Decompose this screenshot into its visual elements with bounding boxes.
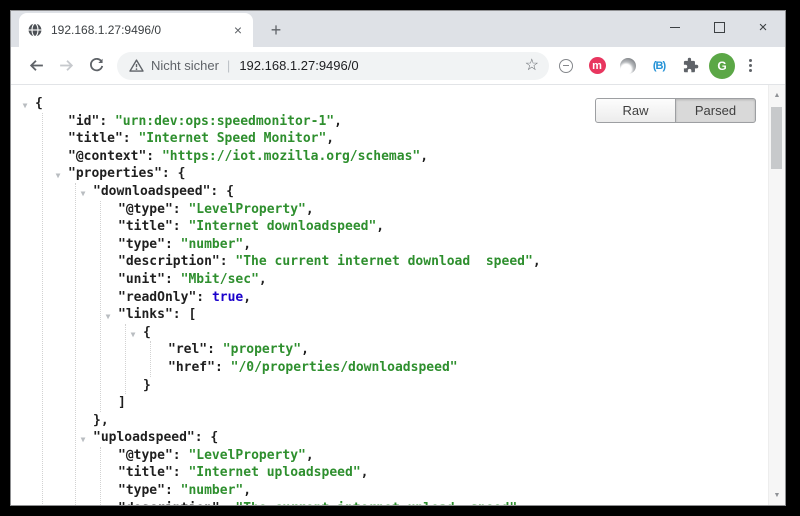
- url-text[interactable]: 192.168.1.27:9496/0: [239, 58, 524, 73]
- json-line: ▼"uploadspeed": {: [93, 429, 768, 447]
- collapse-arrow-icon[interactable]: ▼: [19, 97, 31, 115]
- profile-avatar[interactable]: G: [709, 53, 735, 79]
- json-line: ▼"links": [: [118, 306, 768, 324]
- scrollbar-thumb[interactable]: [771, 107, 782, 169]
- forward-button[interactable]: [51, 52, 81, 80]
- back-icon: [28, 57, 45, 74]
- raw-parsed-toggle: Raw Parsed: [595, 98, 756, 123]
- extensions-row: m (B): [557, 57, 699, 75]
- kebab-menu-icon[interactable]: [739, 52, 761, 80]
- json-tree: ▼{"id": "urn:dev:ops:speedmonitor-1","ti…: [11, 85, 768, 505]
- json-line: "@type": "LevelProperty",: [118, 447, 768, 465]
- close-icon: ×: [759, 20, 768, 35]
- json-line: "description": "The current internet dow…: [118, 253, 768, 271]
- json-children: "id": "urn:dev:ops:speedmonitor-1","titl…: [42, 113, 768, 505]
- puzzle-icon: [682, 57, 699, 74]
- browser-tab[interactable]: 192.168.1.27:9496/0 ×: [19, 13, 253, 47]
- json-line: "readOnly": true,: [118, 289, 768, 307]
- json-line: ▼"downloadspeed": {: [93, 183, 768, 201]
- window-controls: ×: [653, 11, 785, 43]
- json-line: "title": "Internet Speed Monitor",: [68, 130, 768, 148]
- json-children: "@type": "LevelProperty","title": "Inter…: [100, 201, 768, 412]
- minimize-button[interactable]: [653, 11, 697, 43]
- json-line: "@context": "https://iot.mozilla.org/sch…: [68, 148, 768, 166]
- parsed-button[interactable]: Parsed: [675, 98, 756, 123]
- json-line: "@type": "LevelProperty",: [118, 201, 768, 219]
- json-line: "unit": "Mbit/sec",: [118, 271, 768, 289]
- collapse-arrow-icon[interactable]: ▼: [77, 185, 89, 203]
- gray-ball-extension-icon[interactable]: [619, 57, 637, 75]
- forward-icon: [58, 57, 75, 74]
- json-line: ▼"properties": {: [68, 165, 768, 183]
- close-button[interactable]: ×: [741, 11, 785, 43]
- tab-close-icon[interactable]: ×: [231, 22, 245, 38]
- circle-dash-icon: [559, 59, 573, 73]
- json-line: ▼{: [143, 324, 768, 342]
- collapse-arrow-icon[interactable]: ▼: [127, 326, 139, 344]
- json-children: "@type": "LevelProperty","title": "Inter…: [100, 447, 768, 505]
- json-line: ]: [118, 394, 768, 412]
- pink-m-extension-icon[interactable]: m: [588, 57, 606, 75]
- tab-title: 192.168.1.27:9496/0: [51, 23, 231, 37]
- page-content: ▼{"id": "urn:dev:ops:speedmonitor-1","ti…: [11, 85, 785, 505]
- warning-triangle-icon: [129, 59, 144, 72]
- scrollbar-up-icon[interactable]: ▲: [769, 87, 785, 103]
- address-separator: |: [227, 58, 230, 73]
- address-bar[interactable]: Nicht sicher | 192.168.1.27:9496/0 ☆: [117, 52, 549, 80]
- security-label[interactable]: Nicht sicher: [151, 58, 219, 73]
- new-tab-button[interactable]: +: [263, 17, 289, 43]
- reload-icon: [88, 57, 105, 74]
- json-line: "title": "Internet downloadspeed",: [118, 218, 768, 236]
- json-children: ▼{"rel": "property","href": "/0/properti…: [125, 324, 768, 394]
- json-line: "rel": "property",: [168, 341, 768, 359]
- json-line: },: [93, 412, 768, 430]
- vertical-scrollbar[interactable]: ▲ ▼: [768, 85, 785, 505]
- json-line: "description": "The current internet upl…: [118, 500, 768, 505]
- browser-window: 192.168.1.27:9496/0 × + ×: [10, 10, 786, 506]
- collapse-arrow-icon[interactable]: ▼: [77, 431, 89, 449]
- json-children: ▼"downloadspeed": {"@type": "LevelProper…: [75, 183, 768, 505]
- minimize-icon: [670, 27, 680, 28]
- maximize-button[interactable]: [697, 11, 741, 43]
- globe-icon: [27, 22, 43, 38]
- bookmark-star-icon[interactable]: ☆: [525, 58, 539, 74]
- pink-m-icon: m: [589, 57, 606, 74]
- back-button[interactable]: [21, 52, 51, 80]
- json-line: "href": "/0/properties/downloadspeed": [168, 359, 768, 377]
- json-line: "type": "number",: [118, 482, 768, 500]
- blue-reader-icon: (B): [653, 60, 665, 72]
- reload-button[interactable]: [81, 52, 111, 80]
- scrollbar-down-icon[interactable]: ▼: [769, 487, 785, 503]
- circle-dash-extension-icon[interactable]: [557, 57, 575, 75]
- json-line: "type": "number",: [118, 236, 768, 254]
- json-line: }: [143, 377, 768, 395]
- collapse-arrow-icon[interactable]: ▼: [52, 167, 64, 185]
- gray-ball-icon: [620, 58, 636, 74]
- maximize-icon: [714, 22, 725, 33]
- extensions-puzzle-button[interactable]: [681, 57, 699, 75]
- browser-toolbar: Nicht sicher | 192.168.1.27:9496/0 ☆ m (…: [11, 47, 785, 85]
- collapse-arrow-icon[interactable]: ▼: [102, 308, 114, 326]
- tab-strip: 192.168.1.27:9496/0 × + ×: [11, 11, 785, 47]
- json-line: "title": "Internet uploadspeed",: [118, 464, 768, 482]
- blue-reader-extension-icon[interactable]: (B): [650, 57, 668, 75]
- raw-button[interactable]: Raw: [595, 98, 676, 123]
- desktop: { "browser": { "tab": { "title": "192.16…: [0, 0, 800, 516]
- json-children: "rel": "property","href": "/0/properties…: [150, 341, 768, 376]
